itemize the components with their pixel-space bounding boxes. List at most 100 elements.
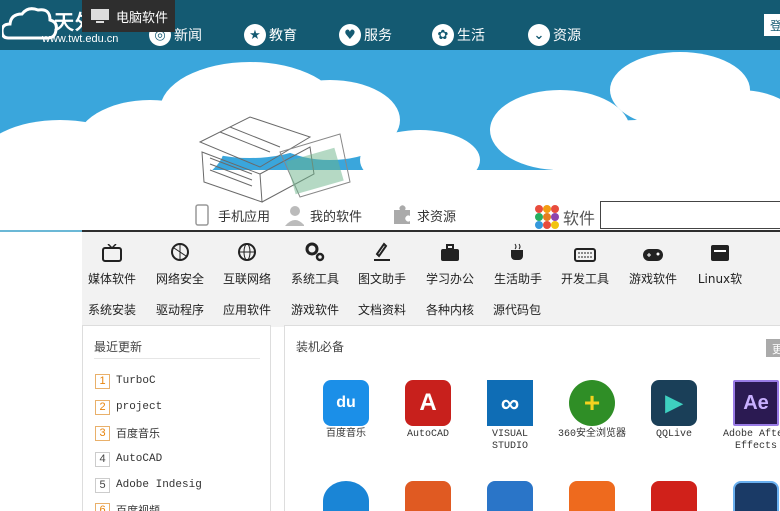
list-app-icon[interactable] — [487, 481, 533, 511]
subcategory-games[interactable]: 游戏软件 — [291, 301, 339, 318]
app-baidu-music[interactable]: du 百度音乐 — [306, 380, 386, 441]
rank-badge: 4 — [95, 451, 110, 467]
login-button[interactable]: 登 — [764, 14, 780, 36]
category-life-label: 生活助手 — [493, 272, 542, 286]
nav-services-label: 服务 — [364, 28, 392, 44]
category-office-label: 学习办公 — [425, 272, 474, 286]
puzzle-icon — [391, 205, 411, 225]
category-dev-tools-label: 开发工具 — [560, 272, 609, 286]
app-visual-studio[interactable]: ∞ VISUAL STUDIO — [470, 380, 550, 453]
rank-badge: 3 — [95, 425, 110, 441]
after-effects-icon: Ae — [733, 380, 779, 426]
archive-icon — [686, 238, 754, 262]
user-icon — [284, 205, 304, 226]
subcategory-source-code[interactable]: 源代码包 — [493, 301, 541, 318]
visual-studio-icon: ∞ — [487, 380, 533, 426]
tab-mobile-apps-label: 手机应用 — [218, 209, 271, 225]
tab-pc-software-label: 电脑软件 — [116, 10, 169, 26]
category-life[interactable]: 生活助手 — [484, 238, 552, 287]
category-security[interactable]: 网络安全 — [146, 238, 214, 287]
recent-updates-title: 最近更新 — [94, 340, 143, 354]
essential-software-panel: 装机必备 更 du 百度音乐 A AutoCAD ∞ VISUAL STUDIO… — [284, 325, 780, 511]
software-search-label-text: 软件 — [563, 209, 596, 228]
subcategory-drivers[interactable]: 驱动程序 — [156, 301, 204, 318]
category-media[interactable]: 媒体软件 — [78, 238, 146, 287]
chevron-down-icon: ⌄ — [528, 24, 550, 46]
nav-resources[interactable]: ⌄ 资源 — [528, 22, 581, 48]
category-internet[interactable]: 互联网络 — [213, 238, 281, 287]
tab-request-resource[interactable]: 求资源 — [391, 200, 456, 230]
app-autocad[interactable]: A AutoCAD — [388, 380, 468, 441]
category-linux[interactable]: Linux软 — [686, 238, 754, 287]
xiaomi-icon[interactable] — [569, 481, 615, 511]
recent-item[interactable]: 3 百度音乐 — [95, 424, 160, 442]
category-games[interactable]: 游戏软件 — [619, 238, 687, 287]
sogou-input-icon[interactable] — [405, 481, 451, 511]
recent-item[interactable]: 1 TurboC — [95, 372, 156, 390]
app-360-browser[interactable]: + 360安全浏览器 — [552, 380, 632, 441]
app-name: VISUAL STUDIO — [491, 429, 528, 452]
subcategory-documents[interactable]: 文档资料 — [358, 301, 406, 318]
category-graphics[interactable]: 图文助手 — [348, 238, 416, 287]
rank-badge: 1 — [95, 373, 110, 389]
recent-item-name: Adobe Indesig — [116, 479, 202, 491]
baidu-music-icon: du — [323, 380, 369, 426]
app-after-effects[interactable]: Ae Adobe After Effects — [716, 380, 780, 453]
gamepad-icon — [619, 238, 687, 262]
autocad-icon: A — [405, 380, 451, 426]
recent-item-name: TurboC — [116, 375, 156, 387]
app-name: 360安全浏览器 — [557, 429, 626, 440]
category-office[interactable]: 学习办公 — [416, 238, 484, 287]
monitor-icon — [90, 6, 110, 26]
notebook-sketch-illustration — [198, 116, 351, 203]
rank-badge: 2 — [95, 399, 110, 415]
nav-life[interactable]: ✿ 生活 — [432, 22, 485, 48]
rank-badge: 6 — [95, 502, 110, 511]
category-graphics-label: 图文助手 — [357, 272, 406, 286]
divider — [94, 358, 260, 359]
tab-my-software[interactable]: 我的软件 — [284, 200, 362, 230]
recent-item-name: 百度音乐 — [116, 429, 160, 441]
app-name: Adobe After Effects — [722, 429, 780, 452]
nav-education[interactable]: ★ 教育 — [244, 22, 297, 48]
subcategory-system-install[interactable]: 系统安装 — [88, 301, 136, 318]
app-qqlive[interactable]: ▶ QQLive — [634, 380, 714, 441]
photoshop-icon[interactable] — [733, 481, 779, 511]
tv-icon — [78, 238, 146, 262]
coffee-icon — [484, 238, 552, 262]
keyboard-icon — [551, 238, 619, 262]
nav-resources-label: 资源 — [553, 28, 581, 44]
flash-player-icon[interactable] — [651, 481, 697, 511]
nav-services[interactable]: ♥ 服务 — [339, 22, 392, 48]
tab-mobile-apps[interactable]: 手机应用 — [192, 200, 270, 230]
apps-grid-icon — [535, 205, 559, 229]
recent-item-name: AutoCAD — [116, 453, 163, 465]
logo-url: www.twt.edu.cn — [42, 33, 119, 45]
subcategory-kernels[interactable]: 各种内核 — [426, 301, 474, 318]
recent-item[interactable]: 6 百度视频 — [95, 501, 160, 511]
tab-pc-software[interactable]: 电脑软件 — [82, 0, 176, 32]
category-dev-tools[interactable]: 开发工具 — [551, 238, 619, 287]
subcategory-applications[interactable]: 应用软件 — [223, 301, 271, 318]
category-games-label: 游戏软件 — [628, 272, 677, 286]
recent-updates-panel: 最近更新 1 TurboC 2 project 3 百度音乐 4 AutoCAD… — [82, 325, 271, 511]
category-security-label: 网络安全 — [155, 272, 204, 286]
shield-globe-icon — [146, 238, 214, 262]
recent-item[interactable]: 4 AutoCAD — [95, 450, 162, 468]
sogou-browser-icon[interactable] — [323, 481, 369, 511]
recent-item[interactable]: 2 project — [95, 398, 162, 416]
software-search-label: 软件 — [534, 204, 595, 230]
nav-news-label: 新闻 — [174, 28, 202, 44]
gears-icon — [281, 238, 349, 262]
category-system-tools[interactable]: 系统工具 — [281, 238, 349, 287]
briefcase-icon — [416, 238, 484, 262]
category-internet-label: 互联网络 — [222, 272, 271, 286]
recent-item[interactable]: 5 Adobe Indesig — [95, 476, 202, 494]
pinwheel-icon: ✿ — [432, 24, 454, 46]
more-button[interactable]: 更 — [766, 339, 780, 357]
recent-item-name: project — [116, 401, 163, 413]
tab-request-resource-label: 求资源 — [417, 209, 457, 225]
qqlive-icon: ▶ — [651, 380, 697, 426]
search-input[interactable] — [600, 201, 780, 229]
app-name: 百度音乐 — [326, 429, 366, 440]
